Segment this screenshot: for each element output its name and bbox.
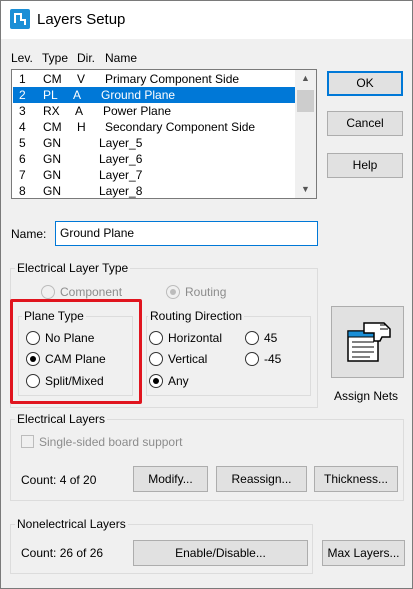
single-sided-label: Single-sided board support [39,435,183,449]
cancel-button[interactable]: Cancel [327,111,403,136]
component-label: Component [60,285,123,299]
routing-radio [166,285,180,299]
name-label: Name: [11,227,47,241]
app-icon [10,9,30,29]
list-row[interactable]: 5 GN Layer_5 [13,135,295,151]
window-title: Layers Setup [37,11,126,28]
list-scrollbar[interactable]: ▲ ▼ [295,70,316,198]
list-row[interactable]: 8 GN Layer_8 [13,183,295,198]
list-row[interactable]: 6 GN Layer_6 [13,151,295,167]
degm45-label[interactable]: -45 [264,352,281,366]
assign-nets-label: Assign Nets [334,389,399,403]
any-label[interactable]: Any [168,374,189,388]
scroll-down-icon[interactable]: ▼ [295,181,316,198]
reassign-button[interactable]: Reassign... [216,466,307,492]
title-bar: Layers Setup [1,1,412,39]
header-dir: Dir. [77,51,95,65]
electrical-layers-title: Electrical Layers [15,412,108,426]
list-row-selected[interactable]: 2 PL A Ground Plane [13,87,295,103]
horizontal-radio[interactable] [149,331,163,345]
nonelectrical-layers-title: Nonelectrical Layers [15,517,128,531]
single-sided-checkbox [21,435,34,448]
list-row[interactable]: 7 GN Layer_7 [13,167,295,183]
degm45-radio[interactable] [245,352,259,366]
modify-button[interactable]: Modify... [133,466,208,492]
component-radio [41,285,55,299]
any-radio[interactable] [149,374,163,388]
horizontal-label[interactable]: Horizontal [168,331,222,345]
help-button[interactable]: Help [327,153,403,178]
max-layers-button[interactable]: Max Layers... [322,540,405,566]
nonelectrical-count: Count: 26 of 26 [21,546,104,560]
electrical-count: Count: 4 of 20 [21,473,97,487]
routing-label: Routing [185,285,227,299]
enable-disable-button[interactable]: Enable/Disable... [133,540,308,566]
assign-nets-icon [347,322,391,362]
routing-direction-title: Routing Direction [148,309,245,323]
list-row[interactable]: 1 CM V Primary Component Side [13,71,295,87]
header-type: Type [42,51,69,65]
electrical-layer-type-title: Electrical Layer Type [15,261,131,275]
vertical-label[interactable]: Vertical [168,352,207,366]
list-row[interactable]: 3 RX A Power Plane [13,103,295,119]
deg45-label[interactable]: 45 [264,331,277,345]
plane-type-highlight [10,299,142,404]
thickness-button[interactable]: Thickness... [314,466,398,492]
header-name: Name [105,51,138,65]
name-input[interactable]: Ground Plane [55,221,318,246]
list-row[interactable]: 4 CM H Secondary Component Side [13,119,295,135]
ok-button[interactable]: OK [327,71,403,96]
vertical-radio[interactable] [149,352,163,366]
layers-setup-dialog: Layers Setup Lev. Type Dir. Name 1 CM V … [0,0,413,589]
deg45-radio[interactable] [245,331,259,345]
layers-list[interactable]: 1 CM V Primary Component Side 2 PL A Gro… [11,69,317,199]
scroll-thumb[interactable] [297,90,314,112]
scroll-up-icon[interactable]: ▲ [295,70,316,87]
header-lev: Lev. [11,51,33,65]
assign-nets-button[interactable] [331,306,404,378]
